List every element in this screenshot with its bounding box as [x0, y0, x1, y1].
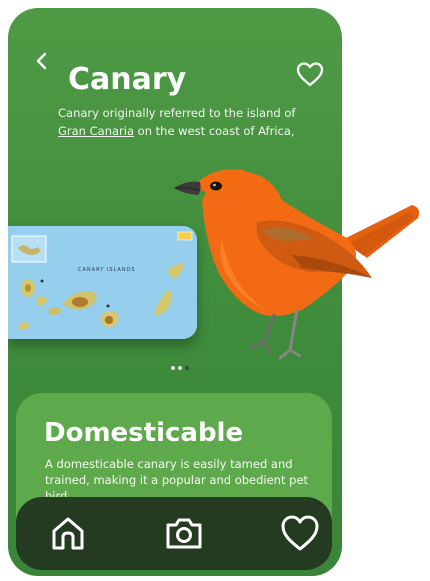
chevron-left-icon — [36, 52, 47, 70]
feature-card-title: Domesticable — [44, 418, 244, 448]
gran-canaria-link[interactable]: Gran Canaria — [58, 124, 134, 138]
nav-camera-button[interactable] — [162, 511, 206, 555]
description: Canary originally referred to the island… — [58, 104, 320, 140]
camera-icon — [166, 518, 202, 549]
canary-islands-map: CANARY ISLANDS — [8, 226, 197, 339]
home-icon — [52, 517, 84, 550]
canary-bird-image — [174, 169, 420, 360]
heart-outline-icon — [296, 62, 324, 87]
nav-favorites-button[interactable] — [278, 511, 322, 555]
bottom-navigation — [16, 497, 332, 570]
description-text-end: on the west coast of Africa, — [134, 124, 295, 138]
map-label: CANARY ISLANDS — [78, 267, 136, 273]
heart-icon — [281, 515, 319, 551]
nav-home-button[interactable] — [46, 511, 90, 555]
page-title: Canary — [68, 62, 187, 97]
description-text: Canary originally referred to the island… — [58, 106, 296, 120]
back-button[interactable] — [32, 50, 52, 74]
favorite-button[interactable] — [295, 60, 325, 88]
